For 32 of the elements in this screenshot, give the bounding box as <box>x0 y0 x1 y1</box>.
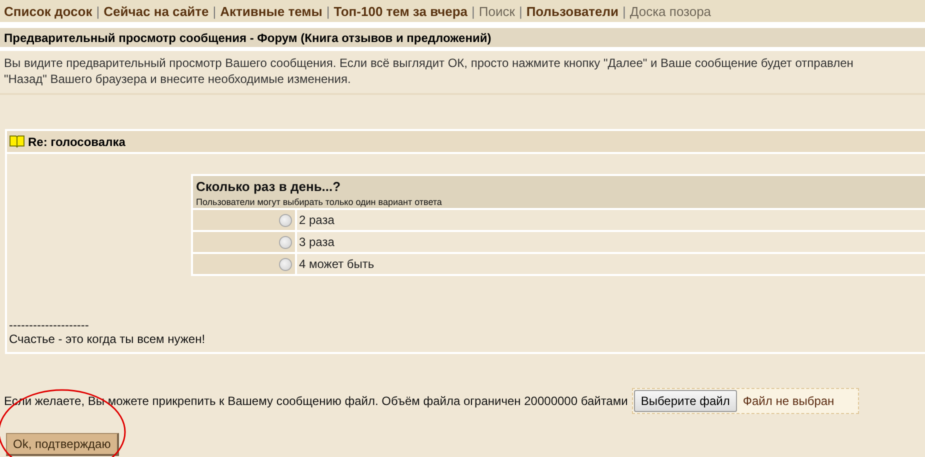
separator: | <box>472 4 475 18</box>
book-icon <box>9 135 25 148</box>
radio-button[interactable] <box>279 236 292 248</box>
poll-question: Сколько раз в день...? <box>196 179 342 194</box>
nav-link[interactable]: Топ-100 тем за вчера <box>334 4 468 18</box>
nav-link[interactable]: Сейчас на сайте <box>104 4 209 18</box>
separator: | <box>622 4 626 18</box>
nav-link[interactable]: Активные темы <box>220 4 322 18</box>
option-label: 3 раза <box>299 235 334 249</box>
nav-link[interactable]: Доска позора <box>630 4 712 18</box>
poll-note: Пользователи могут выбирать только один вариант ответа <box>196 197 443 207</box>
separator: | <box>326 4 330 18</box>
submit-button[interactable]: Ok, подтверждаю <box>6 433 119 456</box>
page-title: Предварительный просмотр сообщения - Форум (Книга отзывов и предложений) <box>0 28 925 47</box>
intro-text: Вы видите предварительный просмотр Вашего сообщения. Если всё выглядит ОК, просто нажмите кнопку "Далее" и Ваше сообщение будет отправлен <box>4 55 854 71</box>
nav-link[interactable]: Поиск <box>478 4 515 18</box>
radio-button[interactable] <box>279 258 292 270</box>
separator: | <box>212 4 216 18</box>
intro-text: "Назад" Вашего браузера и внесите необходимые изменения. <box>4 71 352 87</box>
separator: | <box>96 4 100 18</box>
nav-link[interactable]: Список досок <box>4 4 92 18</box>
file-field[interactable]: Выберите файл Файл не выбран <box>632 388 860 414</box>
file-status: Файл не выбран <box>742 394 834 408</box>
post-subject: Re: голосовалка <box>28 134 126 148</box>
separator: | <box>518 4 522 18</box>
radio-button[interactable] <box>279 214 292 226</box>
choose-file-button[interactable]: Выберите файл <box>634 390 737 412</box>
option-label: 2 раза <box>299 213 334 227</box>
nav-link[interactable]: Пользователи <box>526 4 619 18</box>
option-label: 4 может быть <box>299 257 374 271</box>
signature-text: Счастье - это когда ты всем нужен! <box>9 332 206 346</box>
signature-rule: -------------------- <box>9 318 90 332</box>
